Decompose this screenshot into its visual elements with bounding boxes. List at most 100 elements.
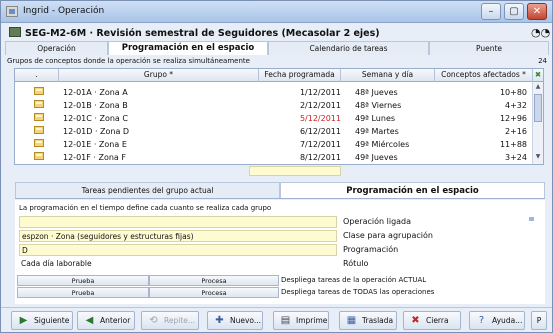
column-header-date[interactable]: Fecha programada [259, 69, 341, 82]
label-value: Cada día laborable [21, 259, 92, 268]
table-row[interactable]: 12-01F · Zona F 8/12/2011 49ª Jueves 3+24 [15, 152, 533, 164]
folder-icon [34, 139, 44, 147]
tab-programacion-espacio[interactable]: Programación en el espacio [108, 41, 268, 55]
page-title: SEG-M2-6M · Revisión semestral de Seguid… [25, 28, 380, 39]
table-row[interactable]: 12-01B · Zona B 2/12/2011 48ª Viernes 4+32 [15, 100, 533, 112]
concepts-cell: 11+88 [499, 140, 527, 149]
table-scrollbar[interactable]: ▲ ▼ [532, 82, 543, 164]
print-icon: ▤ [280, 315, 291, 326]
date-cell: 1/12/2011 [299, 88, 341, 97]
date-cell: 6/12/2011 [299, 127, 341, 136]
close-label: Cierra [426, 316, 449, 325]
close-window-button[interactable]: ✕ [527, 3, 547, 20]
folder-icon [34, 100, 44, 108]
title-bar: Ingrid - Operación – ▢ ✕ [1, 1, 552, 23]
all-action-text: Despliega tareas de TODAS las operacione… [281, 288, 435, 296]
app-window: Ingrid - Operación – ▢ ✕ SEG-M2-6M · Rev… [0, 0, 553, 333]
window-title: Ingrid - Operación [23, 6, 105, 16]
table-row[interactable]: 12-01D · Zona D 6/12/2011 49ª Martes 2+16 [15, 126, 533, 138]
groups-table: . Grupo * Fecha programada Semana y día … [14, 68, 544, 165]
process-all-button[interactable]: Procesa [149, 287, 279, 298]
binoculars-icon[interactable]: ◔◔ [531, 26, 550, 39]
minimize-button[interactable]: – [481, 3, 501, 20]
page-title-row: SEG-M2-6M · Revisión semestral de Seguid… [9, 27, 380, 39]
new-icon: ✚ [215, 315, 224, 326]
detail-tabs: Tareas pendientes del grupo actual Progr… [15, 182, 545, 199]
app-icon [6, 6, 18, 17]
group-cell: 12-01B · Zona B [63, 101, 128, 110]
folder-icon [34, 87, 44, 95]
week-cell: 49ª Miércoles [355, 140, 410, 149]
grouping-class-label: Clase para agrupación [343, 231, 433, 240]
help-button[interactable]: ? Ayuda... [469, 311, 525, 330]
groups-caption: Grupos de conceptos donde la operación s… [7, 57, 250, 65]
process-current-button[interactable]: Procesa [149, 275, 279, 286]
week-cell: 48ª Jueves [355, 88, 398, 97]
tab-operacion[interactable]: Operación [5, 41, 108, 55]
repeat-label: Repite... [164, 316, 196, 325]
new-label: Nuevo... [230, 316, 262, 325]
group-cell: 12-01A · Zona A [63, 88, 128, 97]
group-cell: 12-01D · Zona D [63, 127, 130, 136]
tab-calendario-tareas[interactable]: Calendario de tareas [268, 41, 429, 55]
group-filter-field[interactable] [249, 166, 341, 176]
concepts-cell: 2+16 [505, 127, 527, 136]
scroll-down-icon[interactable]: ▼ [534, 153, 542, 163]
date-cell: 2/12/2011 [299, 101, 341, 110]
concepts-cell: 10+80 [499, 88, 527, 97]
table-row[interactable]: 12-01C · Zona C 5/12/2011 49ª Lunes 12+96 [15, 113, 533, 125]
week-cell: 49ª Martes [355, 127, 399, 136]
date-cell: 7/12/2011 [299, 140, 341, 149]
tab-tareas-pendientes[interactable]: Tareas pendientes del grupo actual [15, 182, 280, 198]
scroll-thumb[interactable] [534, 94, 542, 122]
test-current-button[interactable]: Prueba [17, 275, 149, 286]
print-button[interactable]: ▤ Imprime [273, 311, 329, 330]
maximize-button[interactable]: ▢ [504, 3, 524, 20]
column-header-week[interactable]: Semana y día [341, 69, 435, 82]
folder-icon [34, 126, 44, 134]
repeat-icon: ⟲ [149, 315, 158, 326]
week-cell: 48ª Viernes [355, 101, 402, 110]
table-row[interactable]: 12-01E · Zona E 7/12/2011 49ª Miércoles 11+… [15, 139, 533, 151]
previous-icon: ◀ [85, 315, 94, 326]
operation-icon [9, 27, 21, 37]
column-header-marker[interactable]: . [15, 69, 59, 82]
table-row[interactable]: 12-01A · Zona A 1/12/2011 48ª Jueves 10+80 [15, 87, 533, 99]
close-button[interactable]: ✖ Cierra [403, 311, 461, 330]
column-header-group[interactable]: Grupo * [59, 69, 259, 82]
close-icon: ✖ [411, 315, 420, 326]
scroll-up-icon[interactable]: ▲ [534, 83, 542, 93]
programming-field[interactable]: D [19, 244, 337, 256]
tab-programacion-espacio-detail[interactable]: Programación en el espacio [280, 182, 545, 198]
group-cell: 12-01F · Zona F [63, 153, 126, 162]
week-cell: 49ª Jueves [355, 153, 398, 162]
group-cell: 12-01C · Zona C [63, 114, 128, 123]
linked-operation-picker-icon[interactable] [529, 217, 534, 221]
bottom-toolbar: ▶ Siguiente ◀ Anterior ⟲ Repite... ✚ Nuevo..… [1, 307, 552, 332]
help-icon: ? [478, 315, 485, 326]
help-label: Ayuda... [492, 316, 523, 325]
move-button[interactable]: ▦ Traslada [339, 311, 397, 330]
linked-operation-label: Operación ligada [343, 217, 412, 226]
table-header: . Grupo * Fecha programada Semana y día … [15, 69, 543, 82]
folder-icon [34, 152, 44, 160]
next-label: Siguiente [34, 316, 70, 325]
test-all-button[interactable]: Prueba [17, 287, 149, 298]
p-button[interactable]: P [531, 311, 547, 330]
week-cell: 49ª Lunes [355, 114, 396, 123]
next-button[interactable]: ▶ Siguiente [11, 311, 73, 330]
group-cell: 12-01E · Zona E [63, 140, 127, 149]
current-action-text: Despliega tareas de la operación ACTUAL [281, 276, 427, 284]
concepts-cell: 12+96 [499, 114, 527, 123]
repeat-button[interactable]: ⟲ Repite... [141, 311, 199, 330]
linked-operation-field[interactable] [19, 216, 337, 228]
new-button[interactable]: ✚ Nuevo... [207, 311, 263, 330]
previous-button[interactable]: ◀ Anterior [77, 311, 135, 330]
move-label: Traslada [362, 316, 394, 325]
folder-icon [34, 113, 44, 121]
main-tabs: Operación Programación en el espacio Cal… [5, 41, 549, 55]
tab-puente[interactable]: Puente [429, 41, 549, 55]
grouping-class-field[interactable]: espzon · Zona (seguidores y estructuras … [19, 230, 337, 242]
excel-icon[interactable]: ✖ [533, 69, 543, 82]
column-header-concepts[interactable]: Conceptos afectados * [435, 69, 533, 82]
